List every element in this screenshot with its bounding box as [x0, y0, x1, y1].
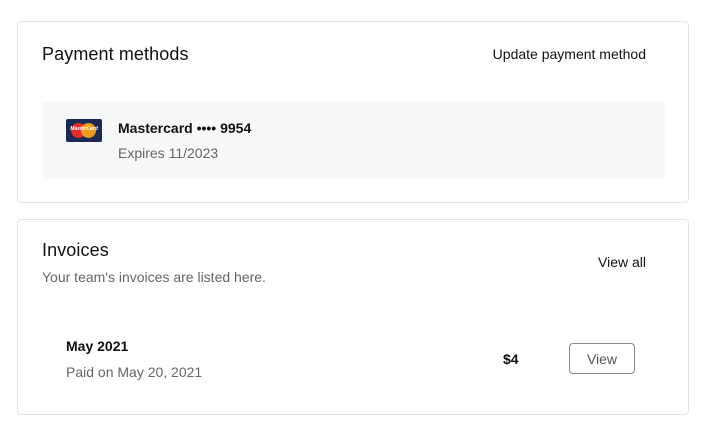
- invoice-amount: $4: [503, 351, 519, 367]
- payment-method-item: MasterCard Mastercard •••• 9954 Expires …: [42, 102, 665, 179]
- invoice-row: May 2021 Paid on May 20, 2021 $4 View: [66, 338, 646, 388]
- invoices-title: Invoices: [42, 240, 109, 260]
- card-name: Mastercard •••• 9954: [118, 120, 252, 136]
- invoice-paid-date: Paid on May 20, 2021: [66, 364, 203, 380]
- mastercard-icon: MasterCard: [66, 119, 102, 142]
- view-all-invoices-button[interactable]: View all: [598, 254, 646, 270]
- invoice-period: May 2021: [66, 338, 129, 354]
- view-invoice-button[interactable]: View: [569, 343, 635, 374]
- payment-methods-card: Payment methods Update payment method Ma…: [17, 21, 689, 203]
- payment-methods-title: Payment methods: [42, 44, 189, 64]
- invoices-card: Invoices View all Your team's invoices a…: [17, 219, 689, 415]
- invoices-subtitle: Your team's invoices are listed here.: [42, 269, 266, 285]
- card-expiry: Expires 11/2023: [118, 145, 219, 161]
- update-payment-method-button[interactable]: Update payment method: [493, 46, 646, 62]
